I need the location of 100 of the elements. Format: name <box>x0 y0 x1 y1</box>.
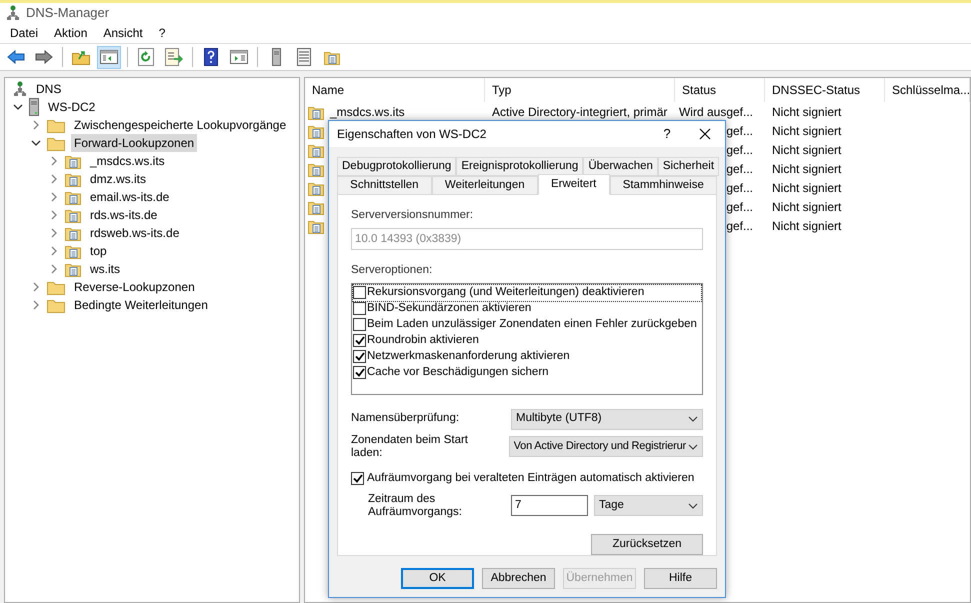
tab[interactable]: Erweitert <box>538 174 610 195</box>
tree-item[interactable]: rdsweb.ws-its.de <box>87 224 182 242</box>
reset-button[interactable]: Zurücksetzen <box>591 534 703 555</box>
checkbox[interactable] <box>353 350 366 363</box>
table-cell-text: gef... <box>726 122 753 140</box>
table-cell: Nicht signiert <box>772 180 842 194</box>
menu-item[interactable]: Ansicht <box>97 24 149 42</box>
checkbox-label: Aufräumvorgang bei veralteten Einträgen automatisch aktivieren <box>367 470 694 486</box>
export-list-icon <box>165 48 183 66</box>
action-pane-icon <box>230 49 248 65</box>
option-label: Roundrobin aktivieren <box>367 332 479 348</box>
tab[interactable]: Sicherheit <box>658 157 720 176</box>
tree-item[interactable]: _msdcs.ws.its <box>87 152 168 170</box>
table-cell-text: gef... <box>726 198 753 216</box>
server-icon <box>29 98 39 116</box>
collapse-icon[interactable] <box>31 138 41 148</box>
table-cell-text: Wird ausgef... <box>678 104 753 120</box>
checkbox[interactable] <box>353 302 366 315</box>
field-label: Serverversionsnummer: <box>351 208 474 223</box>
column-header[interactable]: Schlüsselma... <box>885 78 970 102</box>
help-button[interactable]: ? <box>649 121 685 147</box>
dropdown[interactable]: Multibyte (UTF8) <box>511 408 703 430</box>
period-field[interactable]: 7 <box>511 495 588 516</box>
zone-icon <box>65 207 81 223</box>
folder-icon <box>47 136 65 150</box>
tab[interactable]: Stammhinweise <box>610 176 718 195</box>
table-cell: Nicht signiert <box>772 124 842 138</box>
menu-item[interactable]: Datei <box>4 24 44 42</box>
tab[interactable]: Schnittstellen <box>337 176 432 195</box>
tree-item[interactable]: dmz.ws.its <box>87 170 150 188</box>
caret-icon <box>688 444 698 450</box>
option-label: Beim Laden unzulässiger Zonendaten einen Fehler zurückgeben <box>367 316 697 332</box>
tree-item[interactable]: Forward-Lookupzonen <box>71 134 198 152</box>
folder-icon <box>47 298 65 312</box>
tree-item[interactable]: top <box>87 242 110 260</box>
expand-icon[interactable] <box>31 120 41 130</box>
tab[interactable]: Debugprotokollierung <box>337 157 456 176</box>
help-icon <box>204 48 218 66</box>
field-label: Serveroptionen: <box>351 263 434 278</box>
zone-icon <box>65 225 81 241</box>
menu-item[interactable]: ? <box>152 24 172 42</box>
console-tree-icon <box>100 49 118 65</box>
tree-item[interactable]: rds.ws-its.de <box>87 206 160 224</box>
tree-item[interactable]: Bedingte Weiterleitungen <box>71 296 211 314</box>
tree-item[interactable]: DNS <box>33 80 64 98</box>
table-cell-text: gef... <box>726 218 753 234</box>
checkbox[interactable] <box>353 286 366 299</box>
column-header[interactable]: Typ <box>485 78 675 102</box>
window-title: DNS-Manager <box>26 4 110 22</box>
list-icon <box>297 48 311 66</box>
dropdown[interactable]: Von Active Directory und Registrierur <box>508 436 703 457</box>
tree-item[interactable]: email.ws-its.de <box>87 188 172 206</box>
column-header[interactable]: Name <box>305 78 485 102</box>
column-header[interactable]: Status <box>675 78 765 102</box>
tree-item[interactable]: WS-DC2 <box>45 98 98 116</box>
folder-icon <box>47 118 65 132</box>
checkbox[interactable] <box>353 334 366 347</box>
table-cell: Nicht signiert <box>772 142 842 156</box>
zone-icon <box>65 153 81 169</box>
table-cell-text: gef... <box>726 180 753 196</box>
field-label: Zeitraum des Aufräumvorgangs: <box>368 492 463 519</box>
network-icon <box>13 81 27 97</box>
option-label: Cache vor Beschädigungen sichern <box>367 364 549 380</box>
dialog-button[interactable]: Hilfe <box>644 568 717 589</box>
dropdown[interactable]: Tage <box>594 495 703 516</box>
column-header[interactable]: DNSSEC-Status <box>765 78 885 102</box>
option-label: Rekursionsvorgang (und Weiterleitungen) deaktivieren <box>367 284 644 300</box>
tab[interactable]: Weiterleitungen <box>432 176 538 195</box>
caret-icon <box>688 416 698 422</box>
folder-icon <box>47 280 65 294</box>
dialog-button[interactable]: Abbrechen <box>482 568 555 589</box>
tab[interactable]: Ereignisprotokollierung <box>456 157 584 176</box>
zone-icon <box>65 261 81 277</box>
table-cell: Nicht signiert <box>772 218 842 232</box>
version-field: 10.0 14393 (0x3839) <box>351 228 703 250</box>
zone-icon <box>324 49 340 65</box>
forward-arrow-icon <box>35 50 53 64</box>
tab[interactable]: Überwachen <box>583 157 658 176</box>
zone-icon <box>65 243 81 259</box>
dialog-title: Eigenschaften von WS-DC2 <box>337 126 488 143</box>
checkbox[interactable] <box>353 318 366 331</box>
table-cell-text: gef... <box>726 160 753 178</box>
tree-item[interactable]: Zwischengespeicherte Lookupvorgänge <box>71 116 290 134</box>
table-cell: Active Directory-integriert, primär <box>492 104 668 118</box>
table-cell: Nicht signiert <box>772 104 842 118</box>
menu-item[interactable]: Aktion <box>48 24 94 42</box>
tree-item[interactable]: Reverse-Lookupzonen <box>71 278 198 296</box>
dialog-button[interactable]: OK <box>401 568 474 589</box>
checkbox[interactable] <box>353 366 366 379</box>
toolbar-button[interactable] <box>97 46 121 68</box>
collapse-icon[interactable] <box>13 102 23 112</box>
field-label: Zonendaten beim Start laden: <box>351 434 469 460</box>
folder-up-icon <box>72 49 90 65</box>
back-arrow-icon <box>7 50 25 64</box>
tree-item[interactable]: ws.its <box>87 260 123 278</box>
zone-icon <box>65 189 81 205</box>
server-icon <box>272 48 280 66</box>
network-icon <box>6 4 20 20</box>
table-cell-text: gef... <box>726 142 753 158</box>
checkbox[interactable] <box>351 472 364 485</box>
